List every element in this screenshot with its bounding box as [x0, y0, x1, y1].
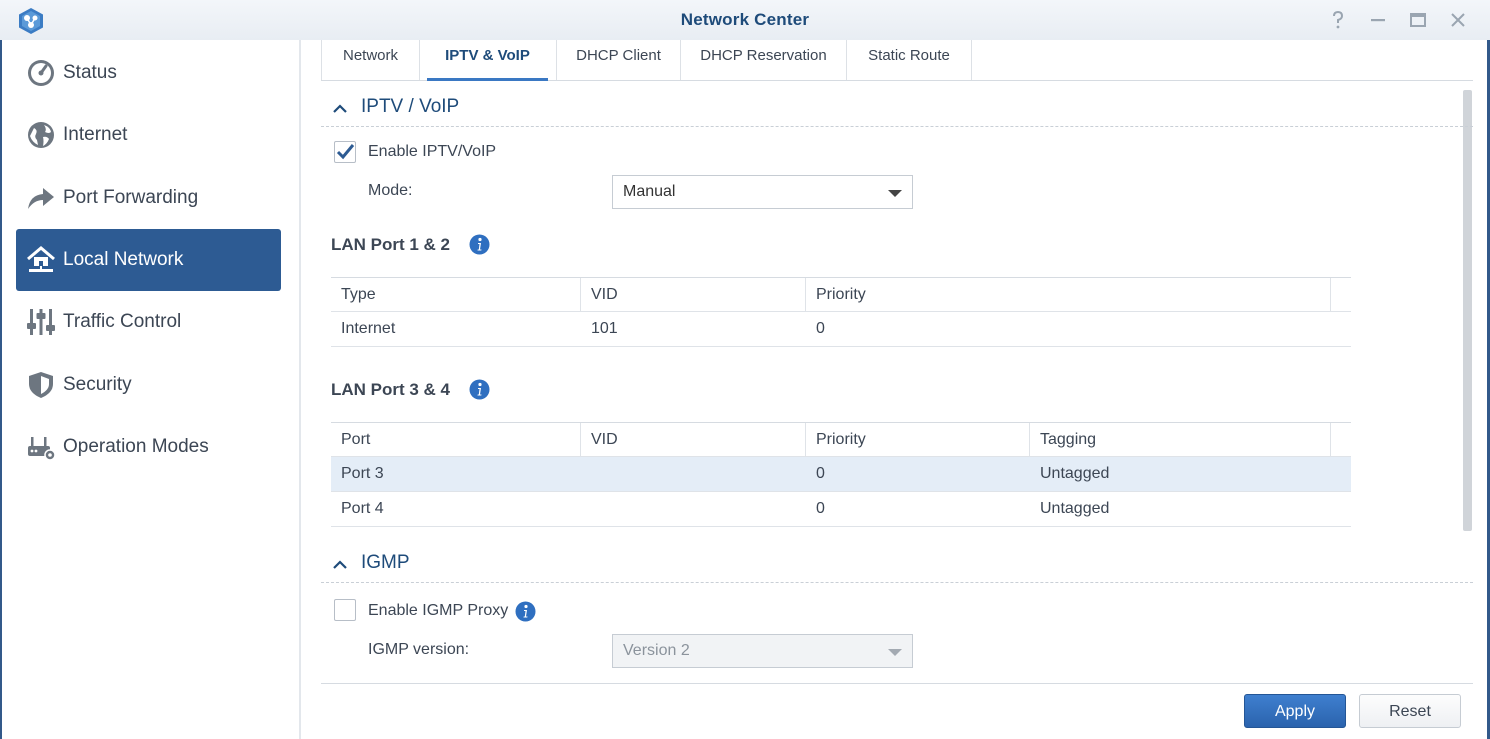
info-icon[interactable] [515, 601, 536, 622]
sidebar-divider [299, 40, 301, 739]
cell-tagging: Untagged [1040, 500, 1110, 517]
enable-igmp-proxy-label: Enable IGMP Proxy [368, 602, 509, 619]
info-icon[interactable] [469, 234, 490, 255]
cell-port: Port 3 [341, 465, 384, 482]
cell-port: Port 4 [341, 500, 384, 517]
tab-iptv-voip[interactable]: IPTV & VoIP [419, 40, 557, 81]
info-icon[interactable] [469, 379, 490, 400]
tab-bar: Network IPTV & VoIP DHCP Client DHCP Res… [321, 40, 1473, 81]
gauge-icon [28, 60, 54, 86]
cell-priority: 0 [816, 465, 825, 482]
chevron-up-icon [333, 560, 347, 569]
sidebar-item-label: Traffic Control [63, 311, 182, 332]
shield-icon [29, 372, 53, 398]
column-header-tagging[interactable]: Tagging [1030, 423, 1331, 456]
cell-vid [581, 457, 591, 491]
globe-icon [28, 122, 54, 148]
chevron-down-icon [888, 649, 902, 656]
section-title: IGMP [361, 552, 410, 573]
sidebar-item-port-forwarding[interactable]: Port Forwarding [16, 167, 281, 229]
window-title: Network Center [680, 10, 810, 29]
lan-port-1-2-grid: Type VID Priority Internet 101 0 [331, 277, 1351, 347]
tab-dhcp-client[interactable]: DHCP Client [557, 40, 681, 80]
mode-select-value: Manual [623, 183, 676, 200]
column-header-priority[interactable]: Priority [806, 423, 1030, 456]
table-header-row: Type VID Priority [331, 278, 1351, 312]
sidebar-item-label: Operation Modes [63, 436, 209, 457]
sidebar-item-operation-modes[interactable]: Operation Modes [16, 416, 281, 478]
section-igmp-header[interactable]: IGMP [321, 548, 1473, 583]
tab-static-route[interactable]: Static Route [847, 40, 972, 80]
cell-type: Internet [341, 320, 396, 337]
enable-iptv-voip-checkbox[interactable] [334, 141, 356, 163]
cell-vid [581, 492, 591, 526]
cell-priority: 0 [816, 320, 825, 337]
section-title: IPTV / VoIP [361, 96, 460, 117]
sidebar-item-internet[interactable]: Internet [16, 104, 281, 166]
lan-port-1-2-title: LAN Port 1 & 2 [331, 235, 451, 254]
checkmark-icon [336, 144, 355, 160]
table-row[interactable]: Port 4 0 Untagged [331, 492, 1351, 527]
sliders-icon [27, 309, 55, 335]
tab-network[interactable]: Network [321, 40, 420, 80]
sidebar-item-status[interactable]: Status [16, 42, 281, 104]
sidebar-item-label: Port Forwarding [63, 187, 199, 208]
sidebar-item-label: Security [63, 374, 132, 395]
close-icon[interactable] [1448, 10, 1468, 30]
mode-label: Mode: [368, 182, 413, 199]
column-header-vid[interactable]: VID [581, 423, 806, 456]
forward-arrow-icon [28, 188, 54, 209]
tab-dhcp-reservation[interactable]: DHCP Reservation [681, 40, 847, 80]
chevron-down-icon [888, 190, 902, 197]
section-iptv-voip-header[interactable]: IPTV / VoIP [321, 92, 1473, 127]
chevron-up-icon [333, 104, 347, 113]
cell-vid: 101 [591, 320, 618, 337]
table-row[interactable]: Internet 101 0 [331, 312, 1351, 347]
column-header-vid[interactable]: VID [581, 278, 806, 311]
lan-port-3-4-title: LAN Port 3 & 4 [331, 380, 451, 399]
enable-iptv-voip-label: Enable IPTV/VoIP [368, 143, 497, 160]
mode-select[interactable]: Manual [612, 175, 913, 209]
sidebar-item-label: Status [63, 62, 117, 83]
content-scrollbar[interactable] [1463, 90, 1472, 531]
maximize-icon[interactable] [1408, 10, 1428, 30]
minimize-icon[interactable] [1368, 10, 1388, 30]
enable-igmp-proxy-checkbox[interactable] [334, 599, 356, 621]
sidebar-item-label: Local Network [63, 249, 184, 270]
footer-divider [321, 683, 1473, 684]
cell-priority: 0 [816, 500, 825, 517]
sidebar-item-security[interactable]: Security [16, 354, 281, 416]
column-header-type[interactable]: Type [331, 278, 581, 311]
igmp-version-value: Version 2 [623, 642, 690, 659]
column-header-priority[interactable]: Priority [806, 278, 1331, 311]
column-header-port[interactable]: Port [331, 423, 581, 456]
table-header-row: Port VID Priority Tagging [331, 423, 1351, 457]
router-gear-icon [28, 437, 56, 461]
home-network-icon [27, 246, 55, 272]
help-icon[interactable] [1328, 10, 1348, 30]
table-row[interactable]: Port 3 0 Untagged [331, 457, 1351, 492]
apply-button[interactable]: Apply [1244, 694, 1346, 728]
sidebar-item-traffic-control[interactable]: Traffic Control [16, 291, 281, 353]
cell-tagging: Untagged [1040, 465, 1110, 482]
title-bar: Network Center [0, 0, 1490, 40]
sidebar: Status Internet Port Forwarding Local Ne… [2, 40, 299, 739]
sidebar-item-label: Internet [63, 124, 128, 145]
reset-button[interactable]: Reset [1359, 694, 1461, 728]
igmp-version-label: IGMP version: [368, 641, 470, 658]
igmp-version-select[interactable]: Version 2 [612, 634, 913, 668]
sidebar-item-local-network[interactable]: Local Network [16, 229, 281, 291]
lan-port-3-4-grid: Port VID Priority Tagging Port 3 0 Untag… [331, 422, 1351, 527]
